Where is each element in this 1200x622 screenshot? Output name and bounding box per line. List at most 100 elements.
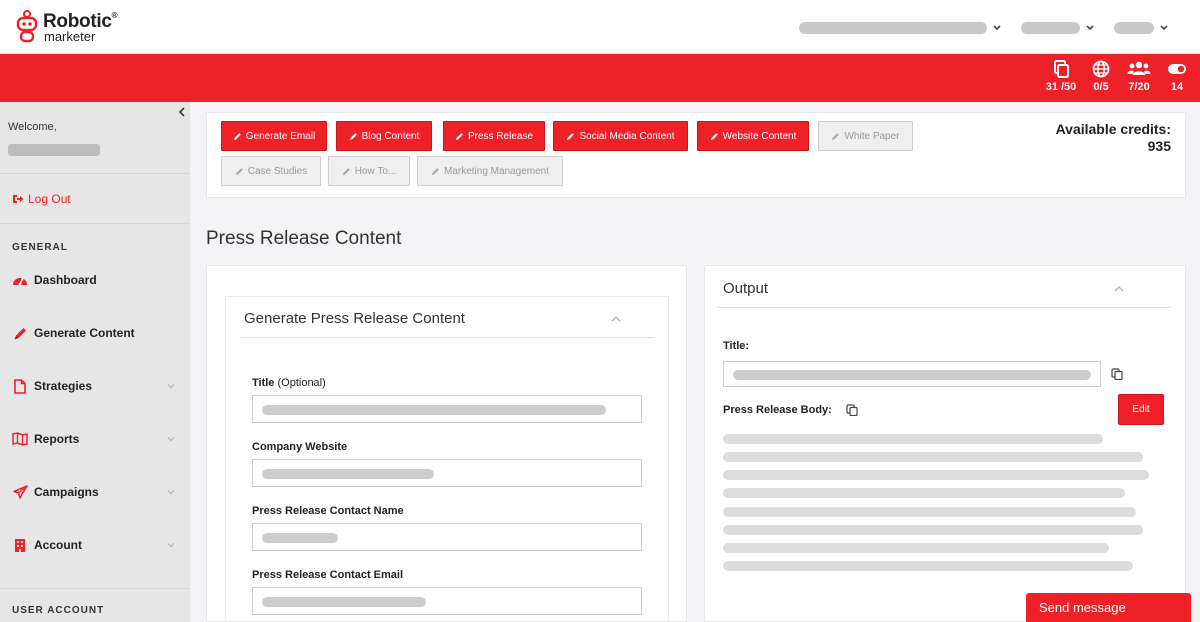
- sidebar-item-label: Strategies: [34, 379, 93, 393]
- output-title-field[interactable]: [723, 361, 1101, 387]
- collapse-sidebar-icon[interactable]: [177, 106, 187, 118]
- company-website-label: Company Website: [252, 441, 348, 453]
- copy-title-icon[interactable]: [1111, 368, 1123, 380]
- sidebar-item-label: Account: [34, 538, 82, 552]
- credits-value: 935: [1147, 138, 1171, 154]
- optional-hint: (Optional): [277, 377, 326, 389]
- stat-toggle[interactable]: 14: [1166, 60, 1188, 93]
- button-label: White Paper: [844, 130, 900, 142]
- button-label: Website Content: [722, 130, 797, 142]
- input-value-placeholder: [262, 533, 338, 543]
- button-label: Generate Email: [245, 130, 316, 142]
- social-media-content-button[interactable]: Social Media Content: [553, 121, 688, 151]
- send-message-button[interactable]: Send message: [1026, 593, 1191, 622]
- chevron-down-icon: [167, 543, 175, 548]
- output-panel: Output Title: Press Release Body: Edit: [704, 265, 1186, 622]
- user-placeholder: [1114, 22, 1154, 34]
- stat-content[interactable]: 31 /50: [1044, 60, 1078, 93]
- title-field-label: Title (Optional): [252, 377, 326, 389]
- field-label-text: Title: [252, 377, 275, 389]
- sidebar-divider: [0, 588, 190, 589]
- sidebar-item-label: Reports: [34, 432, 80, 446]
- input-value-placeholder: [262, 469, 434, 479]
- chevron-down-icon: [167, 384, 175, 389]
- account-dropdown[interactable]: [799, 22, 1002, 34]
- body-text-placeholder: [723, 452, 1143, 462]
- pencil-icon: [455, 132, 463, 140]
- chevron-up-icon[interactable]: [610, 315, 622, 323]
- input-value-placeholder: [262, 597, 426, 607]
- section-label-general: GENERAL: [12, 242, 68, 253]
- output-heading-divider: [717, 307, 1171, 308]
- sidebar-item-label: Generate Content: [34, 326, 135, 340]
- white-paper-button[interactable]: White Paper: [818, 121, 913, 151]
- sidebar-item-generate-content[interactable]: Generate Content: [12, 323, 182, 343]
- input-value-placeholder: [262, 405, 606, 415]
- sidebar-item-label: Campaigns: [34, 485, 99, 499]
- send-icon: [12, 485, 28, 499]
- contact-name-label: Press Release Contact Name: [252, 505, 404, 517]
- company-website-input[interactable]: [252, 459, 642, 487]
- sidebar-item-campaigns[interactable]: Campaigns: [12, 482, 182, 502]
- dashboard-icon: [13, 277, 27, 286]
- file-icon: [14, 378, 26, 394]
- copy-body-icon[interactable]: [846, 404, 858, 416]
- edit-button[interactable]: Edit: [1118, 394, 1164, 425]
- body-label-text: Press Release Body:: [723, 404, 832, 416]
- body-text-placeholder: [723, 470, 1149, 480]
- website-content-button[interactable]: Website Content: [697, 121, 809, 151]
- title-input[interactable]: [252, 395, 642, 423]
- sidebar-item-label: Dashboard: [34, 273, 97, 287]
- logout-link[interactable]: Log Out: [12, 192, 71, 206]
- case-studies-button[interactable]: Case Studies: [221, 156, 321, 186]
- pencil-icon: [710, 132, 718, 140]
- sidebar-divider: [0, 173, 190, 174]
- contact-email-label: Press Release Contact Email: [252, 569, 404, 581]
- body-text-placeholder: [723, 525, 1143, 535]
- chevron-down-icon: [993, 25, 1001, 31]
- brand-logo[interactable]: Robotic® marketer: [14, 10, 118, 44]
- username-placeholder: [8, 144, 100, 156]
- output-body-label: Press Release Body:: [723, 404, 832, 416]
- welcome-text: Welcome,: [8, 121, 57, 133]
- chevron-down-icon: [167, 437, 175, 442]
- form-heading: Generate Press Release Content: [244, 310, 465, 327]
- pencil-icon: [349, 132, 357, 140]
- button-label: Marketing Management: [443, 165, 550, 177]
- chevron-up-icon[interactable]: [1113, 285, 1125, 293]
- workspace-placeholder: [1021, 22, 1080, 34]
- building-icon: [15, 538, 25, 552]
- output-heading: Output: [723, 280, 769, 297]
- stat-users[interactable]: 7/20: [1124, 60, 1154, 93]
- user-dropdown[interactable]: [1114, 22, 1169, 34]
- stat-websites[interactable]: 0/5: [1090, 60, 1112, 93]
- body-text-placeholder: [723, 488, 1125, 498]
- generate-email-button[interactable]: Generate Email: [221, 121, 327, 151]
- chevron-down-icon: [1086, 25, 1094, 31]
- registered-mark: ®: [111, 10, 118, 20]
- workspace-dropdown[interactable]: [1021, 22, 1095, 34]
- contact-email-input[interactable]: [252, 587, 642, 615]
- credits-label: Available credits:: [1055, 121, 1171, 137]
- toggle-icon: [1168, 64, 1186, 74]
- button-label: Case Studies: [247, 165, 308, 177]
- top-header: Robotic® marketer: [0, 0, 1200, 54]
- sidebar-item-account[interactable]: Account: [12, 535, 182, 555]
- sidebar: Welcome, Log Out GENERAL Dashboard Gener…: [0, 102, 190, 622]
- marketing-management-button[interactable]: Marketing Management: [417, 156, 563, 186]
- status-bar: 31 /50 0/5 7/20 14: [0, 54, 1200, 102]
- sidebar-item-strategies[interactable]: Strategies: [12, 376, 182, 396]
- available-credits: Available credits: 935: [1056, 121, 1171, 155]
- logout-label: Log Out: [28, 192, 71, 206]
- contact-name-input[interactable]: [252, 523, 642, 551]
- sidebar-item-dashboard[interactable]: Dashboard: [12, 270, 182, 290]
- how-to-button[interactable]: How To...: [328, 156, 410, 186]
- button-label: Blog Content: [361, 130, 420, 142]
- press-release-button[interactable]: Press Release: [443, 121, 545, 151]
- pencil-icon: [14, 327, 26, 339]
- sidebar-item-reports[interactable]: Reports: [12, 429, 182, 449]
- body-text-placeholder: [723, 561, 1133, 571]
- button-label: How To...: [354, 165, 397, 177]
- form-card: Generate Press Release Content Title (Op…: [225, 296, 669, 622]
- blog-content-button[interactable]: Blog Content: [336, 121, 432, 151]
